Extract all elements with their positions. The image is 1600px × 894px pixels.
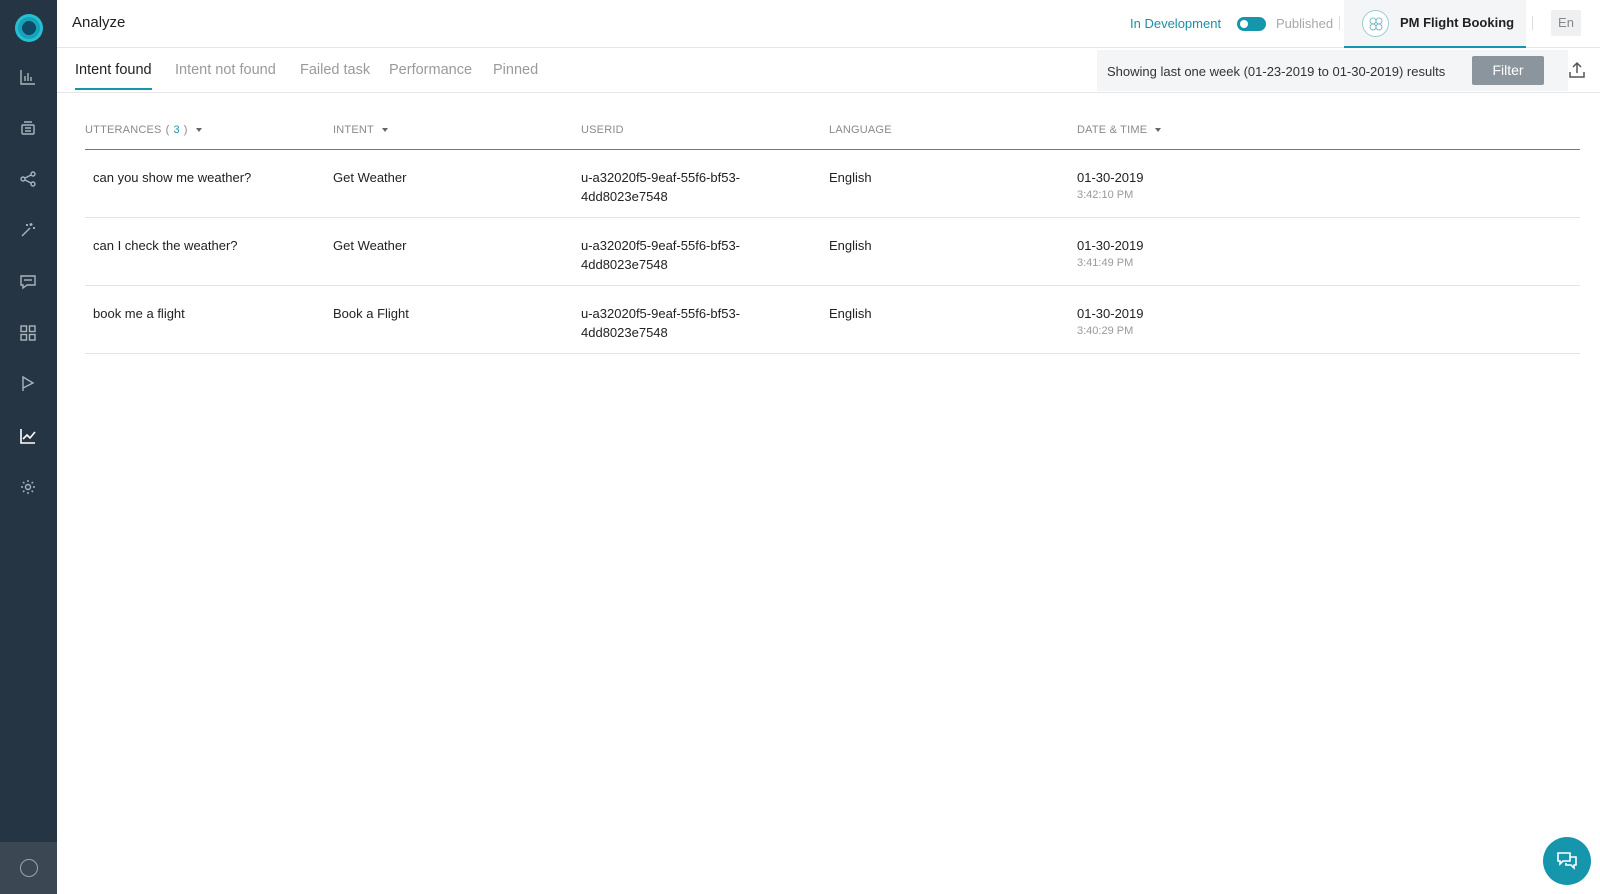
datetime-cell: 01-30-2019 3:41:49 PM xyxy=(1077,236,1144,271)
sidebar xyxy=(0,0,57,894)
col-userid: USERID xyxy=(581,124,624,136)
intent-cell: Get Weather xyxy=(333,238,407,253)
filter-summary-text: Showing last one week (01-23-2019 to 01-… xyxy=(1107,64,1446,79)
chat-icon[interactable] xyxy=(17,271,39,293)
app-logo-icon[interactable] xyxy=(15,14,43,42)
env-published-label[interactable]: Published xyxy=(1276,16,1333,31)
col-intent-label: INTENT xyxy=(333,124,374,136)
date-text: 01-30-2019 xyxy=(1077,306,1144,321)
tab-intent-not-found[interactable]: Intent not found xyxy=(175,62,276,88)
userid-line: 4dd8023e7548 xyxy=(581,325,668,340)
tab-pinned[interactable]: Pinned xyxy=(493,62,538,88)
bot-selector[interactable]: PM Flight Booking xyxy=(1344,0,1526,48)
utterance-cell: can I check the weather? xyxy=(93,238,238,253)
language-cell: English xyxy=(829,306,872,321)
analytics-icon[interactable] xyxy=(17,425,39,447)
tab-intent-found[interactable]: Intent found xyxy=(75,62,152,90)
bot-avatar-icon xyxy=(1362,10,1389,37)
col-datetime[interactable]: DATE & TIME xyxy=(1077,124,1162,136)
col-language-label: LANGUAGE xyxy=(829,124,892,136)
utterance-cell: can you show me weather? xyxy=(93,170,252,185)
sort-caret-icon xyxy=(381,128,388,132)
grid-icon[interactable] xyxy=(17,322,39,344)
table-header: UTTERANCES(3) INTENT USERID LANGUAGE DAT… xyxy=(85,114,1580,150)
userid-line: u-a32020f5-9eaf-55f6-bf53- xyxy=(581,306,741,321)
utterances-table: UTTERANCES(3) INTENT USERID LANGUAGE DAT… xyxy=(85,114,1580,354)
export-icon[interactable] xyxy=(1567,60,1587,80)
gear-icon[interactable] xyxy=(17,476,39,498)
tab-failed-task[interactable]: Failed task xyxy=(300,62,370,88)
intent-cell: Book a Flight xyxy=(333,306,409,321)
bot-name: PM Flight Booking xyxy=(1400,15,1515,30)
table-row[interactable]: book me a flight Book a Flight u-a32020f… xyxy=(85,286,1580,354)
page-title: Analyze xyxy=(72,14,126,31)
tab-performance[interactable]: Performance xyxy=(389,62,472,88)
userid-cell: u-a32020f5-9eaf-55f6-bf53- 4dd8023e7548 xyxy=(581,168,740,206)
time-text: 3:40:29 PM xyxy=(1077,325,1134,337)
magic-wand-icon[interactable] xyxy=(17,219,39,241)
sort-caret-icon xyxy=(1155,128,1162,132)
time-text: 3:42:10 PM xyxy=(1077,189,1134,201)
top-header: Analyze In Development Published PM Flig… xyxy=(57,0,1600,48)
col-intent[interactable]: INTENT xyxy=(333,124,388,136)
bar-chart-icon[interactable] xyxy=(17,66,39,88)
datetime-cell: 01-30-2019 3:42:10 PM xyxy=(1077,168,1144,203)
intent-cell: Get Weather xyxy=(333,170,407,185)
language-cell: English xyxy=(829,170,872,185)
sidebar-footer xyxy=(0,842,57,894)
utterance-cell: book me a flight xyxy=(93,306,185,321)
header-divider xyxy=(1532,16,1533,30)
flow-icon[interactable] xyxy=(17,168,39,190)
userid-cell: u-a32020f5-9eaf-55f6-bf53- 4dd8023e7548 xyxy=(581,304,740,342)
col-utterances[interactable]: UTTERANCES(3) xyxy=(85,124,202,136)
table-row[interactable]: can you show me weather? Get Weather u-a… xyxy=(85,150,1580,218)
time-text: 3:41:49 PM xyxy=(1077,257,1134,269)
analyze-tabs: Intent found Intent not found Failed tas… xyxy=(57,48,1600,93)
col-language: LANGUAGE xyxy=(829,124,892,136)
flag-icon[interactable] xyxy=(17,373,39,395)
userid-cell: u-a32020f5-9eaf-55f6-bf53- 4dd8023e7548 xyxy=(581,236,740,274)
userid-line: u-a32020f5-9eaf-55f6-bf53- xyxy=(581,170,741,185)
userid-line: 4dd8023e7548 xyxy=(581,257,668,272)
language-cell: English xyxy=(829,238,872,253)
bot-stack-icon[interactable] xyxy=(17,117,39,139)
table-row[interactable]: can I check the weather? Get Weather u-a… xyxy=(85,218,1580,286)
chat-support-button[interactable] xyxy=(1543,837,1591,885)
chat-bubbles-icon xyxy=(1557,852,1577,870)
filter-button[interactable]: Filter xyxy=(1472,56,1544,85)
datetime-cell: 01-30-2019 3:40:29 PM xyxy=(1077,304,1144,339)
sort-caret-icon xyxy=(195,128,202,132)
toggle-knob xyxy=(1240,20,1248,28)
header-divider xyxy=(1339,16,1340,30)
env-in-development-label[interactable]: In Development xyxy=(1130,16,1221,31)
date-text: 01-30-2019 xyxy=(1077,238,1144,253)
environment-toggle[interactable] xyxy=(1237,17,1266,31)
userid-line: 4dd8023e7548 xyxy=(581,189,668,204)
col-datetime-label: DATE & TIME xyxy=(1077,124,1148,136)
date-text: 01-30-2019 xyxy=(1077,170,1144,185)
userid-line: u-a32020f5-9eaf-55f6-bf53- xyxy=(581,238,741,253)
status-ring-icon[interactable] xyxy=(20,859,38,877)
language-button[interactable]: En xyxy=(1551,10,1581,36)
utterances-count: 3 xyxy=(173,124,180,136)
col-utterances-label: UTTERANCES xyxy=(85,124,162,136)
col-userid-label: USERID xyxy=(581,124,624,136)
